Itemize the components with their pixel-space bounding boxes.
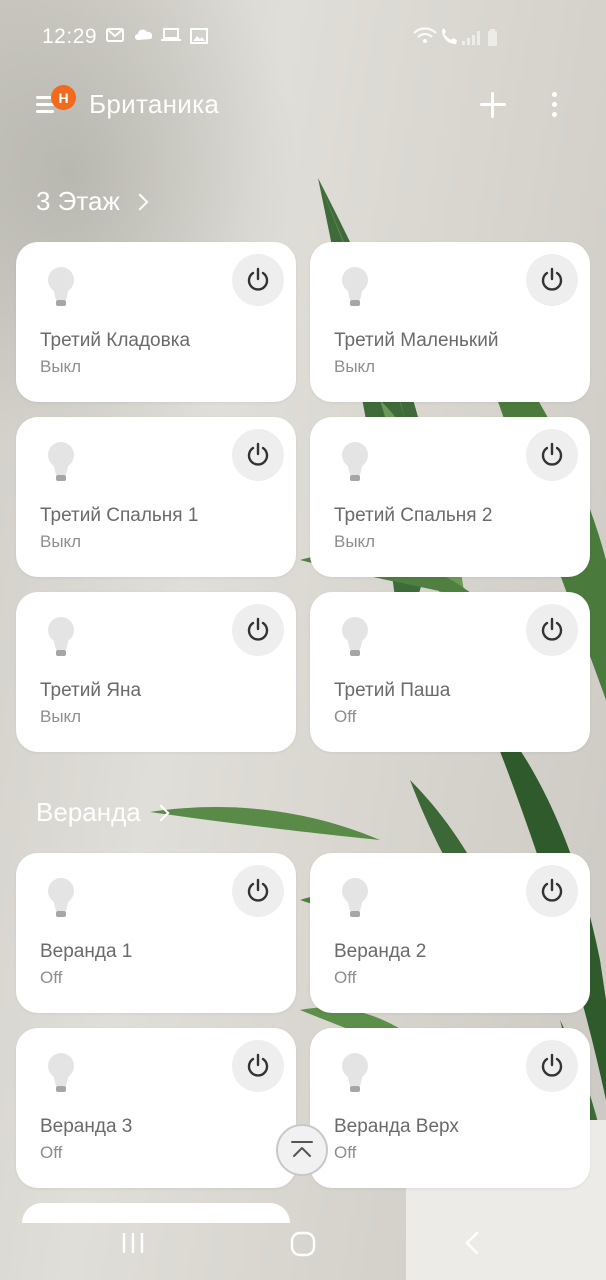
device-name: Веранда 3 [40, 1116, 133, 1137]
light-bulb-icon [48, 1053, 74, 1092]
power-icon [247, 1053, 269, 1077]
power-icon [247, 442, 269, 466]
power-button[interactable] [232, 429, 284, 481]
section-label: 3 Этаж [36, 186, 120, 216]
device-state: Выкл [334, 532, 376, 551]
light-bulb-icon [342, 267, 368, 306]
chevron-up-icon [291, 1141, 313, 1157]
device-name: Веранда 2 [334, 941, 427, 962]
light-bulb-icon [342, 1053, 368, 1092]
chevron-right-icon [152, 804, 170, 821]
device-card[interactable]: Третий Маленький Выкл [310, 242, 590, 402]
device-state: Off [334, 1143, 357, 1162]
device-name: Третий Паша [334, 680, 451, 701]
power-icon [541, 878, 563, 902]
light-bulb-icon [48, 267, 74, 306]
signal-icon [462, 31, 480, 45]
section-title-floor-3[interactable]: 3 Этаж [36, 186, 149, 217]
back-button[interactable] [462, 1230, 484, 1261]
device-name: Третий Спальня 2 [334, 505, 493, 526]
device-state: Off [40, 1143, 63, 1162]
device-state: Off [334, 707, 357, 726]
device-name: Третий Кладовка [40, 330, 191, 351]
device-card[interactable]: Третий Спальня 2 Выкл [310, 417, 590, 577]
device-state: Выкл [40, 532, 82, 551]
device-card[interactable]: Третий Спальня 1 Выкл [16, 417, 296, 577]
light-bulb-icon [342, 878, 368, 917]
home-button[interactable] [289, 1230, 317, 1263]
device-card[interactable]: Веранда 3 Off [16, 1028, 296, 1188]
status-bar: 12:29 [0, 0, 606, 76]
gallery-icon [190, 28, 208, 49]
light-bulb-icon [342, 442, 368, 481]
power-button[interactable] [526, 254, 578, 306]
scroll-to-top-button[interactable] [276, 1124, 328, 1176]
device-state: Выкл [40, 707, 82, 726]
device-card[interactable]: Веранда 2 Off [310, 853, 590, 1013]
back-icon [465, 1231, 479, 1255]
power-button[interactable] [232, 1040, 284, 1092]
device-state: Выкл [334, 357, 376, 376]
wifi-icon [413, 27, 437, 43]
status-right-icons [412, 26, 502, 53]
power-icon [541, 1053, 563, 1077]
power-icon [247, 267, 269, 291]
device-state: Off [40, 968, 63, 987]
power-button[interactable] [526, 1040, 578, 1092]
power-icon [541, 442, 563, 466]
system-navigation-bar [0, 1210, 606, 1280]
light-bulb-icon [342, 617, 368, 656]
home-avatar-badge[interactable]: H [51, 85, 76, 110]
home-icon [290, 1231, 316, 1257]
device-name: Веранда Верх [334, 1116, 459, 1137]
device-card[interactable]: Третий Яна Выкл [16, 592, 296, 752]
power-button[interactable] [232, 865, 284, 917]
call-icon [442, 28, 457, 44]
section-title-veranda[interactable]: Веранда [36, 797, 170, 828]
chevron-right-icon [131, 193, 149, 210]
device-name: Третий Спальня 1 [40, 505, 199, 526]
device-name: Веранда 1 [40, 941, 133, 962]
device-name: Третий Яна [40, 680, 142, 701]
power-button[interactable] [526, 429, 578, 481]
power-button[interactable] [232, 604, 284, 656]
power-icon [541, 617, 563, 641]
more-options-button[interactable] [549, 92, 559, 120]
app-header: H Британика [0, 76, 606, 136]
light-bulb-icon [48, 442, 74, 481]
section-label: Веранда [36, 797, 141, 827]
status-time: 12:29 [42, 25, 98, 48]
device-card[interactable]: Третий Кладовка Выкл [16, 242, 296, 402]
device-state: Off [334, 968, 357, 987]
power-button[interactable] [526, 604, 578, 656]
add-button[interactable] [478, 90, 508, 120]
device-card[interactable]: Веранда Верх Off [310, 1028, 590, 1188]
laptop-icon [161, 28, 181, 47]
device-card[interactable]: Третий Паша Off [310, 592, 590, 752]
recent-apps-icon [122, 1233, 144, 1253]
power-button[interactable] [526, 865, 578, 917]
recent-apps-button[interactable] [120, 1230, 146, 1261]
light-bulb-icon [48, 617, 74, 656]
home-title[interactable]: Британика [89, 89, 219, 120]
battery-icon [488, 29, 497, 46]
power-button[interactable] [232, 254, 284, 306]
device-state: Выкл [40, 357, 82, 376]
device-card[interactable]: Веранда 1 Off [16, 853, 296, 1013]
power-icon [247, 878, 269, 902]
power-icon [247, 617, 269, 641]
power-icon [541, 267, 563, 291]
light-bulb-icon [48, 878, 74, 917]
mail-icon [106, 28, 124, 47]
cloud-icon [133, 26, 155, 47]
device-name: Третий Маленький [334, 330, 499, 351]
